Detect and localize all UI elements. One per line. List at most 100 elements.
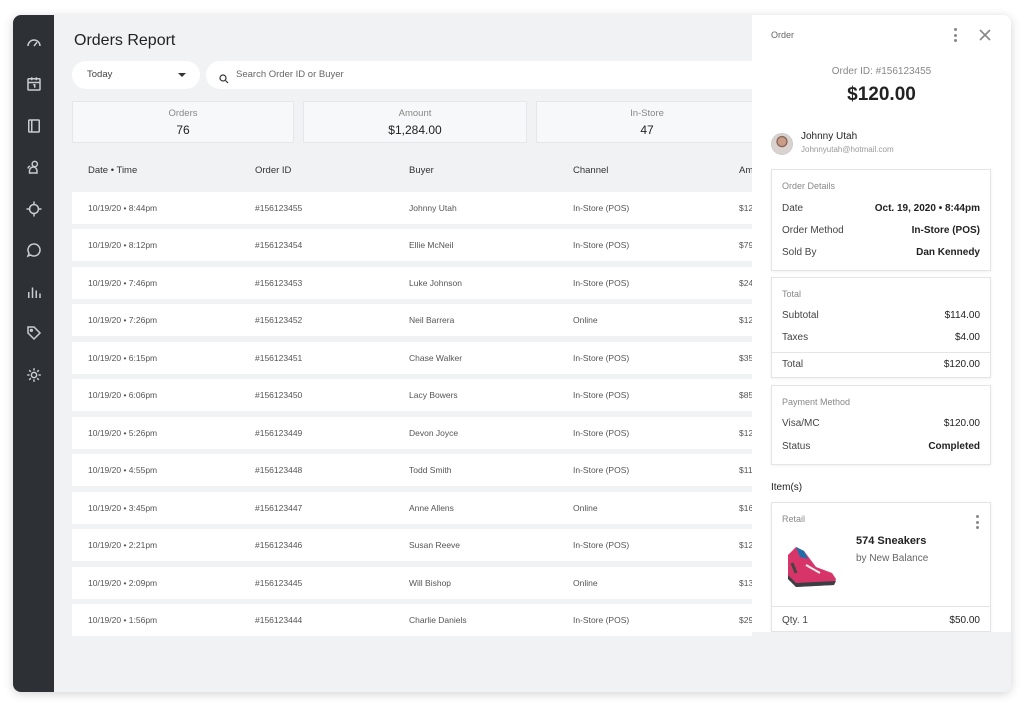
row-channel: Online (573, 577, 598, 588)
row-channel: In-Store (POS) (573, 465, 630, 475)
total-value: $120.00 (943, 359, 980, 370)
row-channel: In-Store (POS) (573, 540, 630, 550)
payment-card: Payment Method Visa/MC $120.00 Status Co… (771, 385, 991, 465)
row-datetime: 10/19/20 • 8:44pm (88, 202, 158, 213)
row-channel: In-Store (POS) (573, 277, 630, 288)
row-channel: In-Store (POS) (573, 427, 630, 438)
row-order-id: #156123455 (255, 202, 303, 213)
tag-icon[interactable] (23, 322, 44, 343)
row-channel: In-Store (POS) (573, 352, 630, 363)
table-row[interactable]: 10/19/20 • 6:15pm #156123451 Chase Walker I… (72, 341, 766, 374)
more-vertical-icon[interactable] (950, 28, 960, 42)
bar-chart-icon[interactable] (23, 281, 44, 302)
col-header-order-id[interactable]: Order ID (255, 165, 291, 176)
stat-orders: Orders 76 (72, 101, 294, 143)
orders-table: Date • Time Order ID Buyer Channel Am 10… (72, 155, 766, 636)
total-value: $4.00 (954, 332, 980, 343)
dashboard-icon[interactable] (23, 32, 44, 53)
row-channel: Online (573, 502, 598, 513)
detail-value: In-Store (POS) (911, 225, 980, 236)
total-label: Total (782, 359, 804, 370)
book-icon[interactable] (23, 115, 44, 136)
panel-title: Order (771, 30, 795, 40)
users-icon[interactable] (23, 156, 44, 177)
total-card: Total Subtotal $114.00 Taxes $4.00 Total… (771, 277, 991, 378)
table-row[interactable]: 10/19/20 • 7:26pm #156123452 Neil Barrera O… (72, 304, 766, 336)
row-buyer: Lacy Bowers (409, 390, 458, 400)
row-buyer: Susan Reeve (409, 540, 461, 550)
search-input[interactable]: Search Order ID or Buyer (206, 61, 766, 89)
table-row[interactable]: 10/19/20 • 1:56pm #156123444 Charlie Danie… (72, 604, 766, 636)
detail-label: Order Method (782, 225, 844, 236)
total-label: Subtotal (782, 310, 819, 321)
card-title: Total (782, 289, 802, 299)
row-order-id: #156123453 (255, 277, 303, 288)
table-body: 10/19/20 • 8:44pm #156123455 Johnny Utah In… (72, 191, 766, 636)
row-buyer: Chase Walker (409, 352, 463, 363)
row-channel: In-Store (POS) (573, 615, 630, 625)
row-buyer: Luke Johnson (409, 277, 462, 288)
order-details-card: Order Details Date Oct. 19, 2020 • 8:44p… (771, 169, 991, 271)
table-row[interactable]: 10/19/20 • 3:45pm #156123447 Anne Allens On… (72, 491, 766, 524)
total-value: $114.00 (944, 310, 980, 321)
detail-value: Oct. 19, 2020 • 8:44pm (874, 203, 980, 214)
table-row[interactable]: 10/19/20 • 6:06pm #156123450 Lacy Bowers In… (72, 379, 766, 411)
stat-value: 76 (176, 123, 190, 137)
row-buyer: Neil Barrera (409, 315, 455, 325)
table-row[interactable]: 10/19/20 • 8:12pm #156123454 Ellie McNeil I… (72, 229, 766, 261)
row-amount: $11 (739, 465, 753, 475)
row-order-id: #156123449 (255, 427, 303, 438)
table-row[interactable]: 10/19/20 • 2:09pm #156123445 Will Bishop On… (72, 566, 766, 599)
row-order-id: #156123446 (255, 540, 303, 550)
gear-icon[interactable] (23, 364, 44, 385)
row-channel: In-Store (POS) (573, 202, 630, 213)
sidebar (13, 15, 54, 692)
row-channel: In-Store (POS) (573, 240, 630, 250)
row-order-id: #156123450 (255, 390, 303, 400)
row-buyer: Charlie Daniels (409, 615, 467, 625)
avatar (771, 133, 793, 155)
row-buyer: Anne Allens (409, 502, 454, 513)
payment-label: Status (782, 441, 811, 452)
stat-in-store: In-Store 47 (536, 101, 758, 143)
date-filter-select[interactable]: Today (72, 61, 200, 89)
detail-label: Sold By (782, 247, 817, 258)
customer-email: Johnnyutah@hotmail.com (801, 145, 894, 154)
target-icon[interactable] (23, 198, 44, 219)
app-window: Orders Report Today Search Order ID or B… (13, 15, 1011, 692)
table-row[interactable]: 10/19/20 • 8:44pm #156123455 Johnny Utah In… (72, 191, 766, 224)
col-header-channel[interactable]: Channel (573, 165, 608, 176)
sneaker-image (782, 533, 842, 593)
table-row[interactable]: 10/19/20 • 7:46pm #156123453 Luke Johnson I… (72, 266, 766, 299)
table-row[interactable]: 10/19/20 • 2:21pm #156123446 Susan Reeve In… (72, 529, 766, 561)
stat-label: Orders (168, 108, 198, 119)
row-datetime: 10/19/20 • 1:56pm (88, 615, 158, 625)
order-detail-panel: Order Order ID: #156123455 $120.00 Johnn… (752, 15, 1011, 692)
row-order-id: #156123452 (255, 315, 303, 325)
row-datetime: 10/19/20 • 3:45pm (88, 502, 158, 513)
close-icon[interactable] (979, 28, 991, 41)
chat-icon[interactable] (23, 239, 44, 260)
item-card[interactable]: Retail 574 Sneakers by New Balance Qty. … (771, 502, 991, 632)
calendar-icon[interactable] (23, 73, 44, 94)
table-row[interactable]: 10/19/20 • 4:55pm #156123448 Todd Smith In-… (72, 454, 766, 486)
row-buyer: Todd Smith (409, 465, 452, 475)
row-datetime: 10/19/20 • 5:26pm (88, 427, 158, 438)
row-channel: In-Store (POS) (573, 390, 630, 400)
item-qty: Qty. 1 (782, 615, 808, 626)
caret-down-icon (178, 73, 186, 77)
customer-name[interactable]: Johnny Utah (801, 131, 857, 142)
payment-value: Completed (928, 441, 980, 452)
payment-value: $120.00 (943, 418, 980, 429)
card-title: Order Details (782, 181, 836, 191)
table-row[interactable]: 10/19/20 • 5:26pm #156123449 Devon Joyce In… (72, 416, 766, 449)
row-order-id: #156123447 (255, 502, 303, 513)
stat-label: In-Store (630, 108, 664, 119)
row-datetime: 10/19/20 • 4:55pm (88, 465, 158, 475)
col-header-buyer[interactable]: Buyer (409, 165, 434, 176)
more-vertical-icon[interactable] (972, 515, 982, 529)
item-name: 574 Sneakers (856, 535, 927, 547)
row-order-id: #156123454 (255, 240, 303, 250)
row-datetime: 10/19/20 • 6:15pm (88, 352, 158, 363)
col-header-datetime[interactable]: Date • Time (88, 165, 137, 176)
